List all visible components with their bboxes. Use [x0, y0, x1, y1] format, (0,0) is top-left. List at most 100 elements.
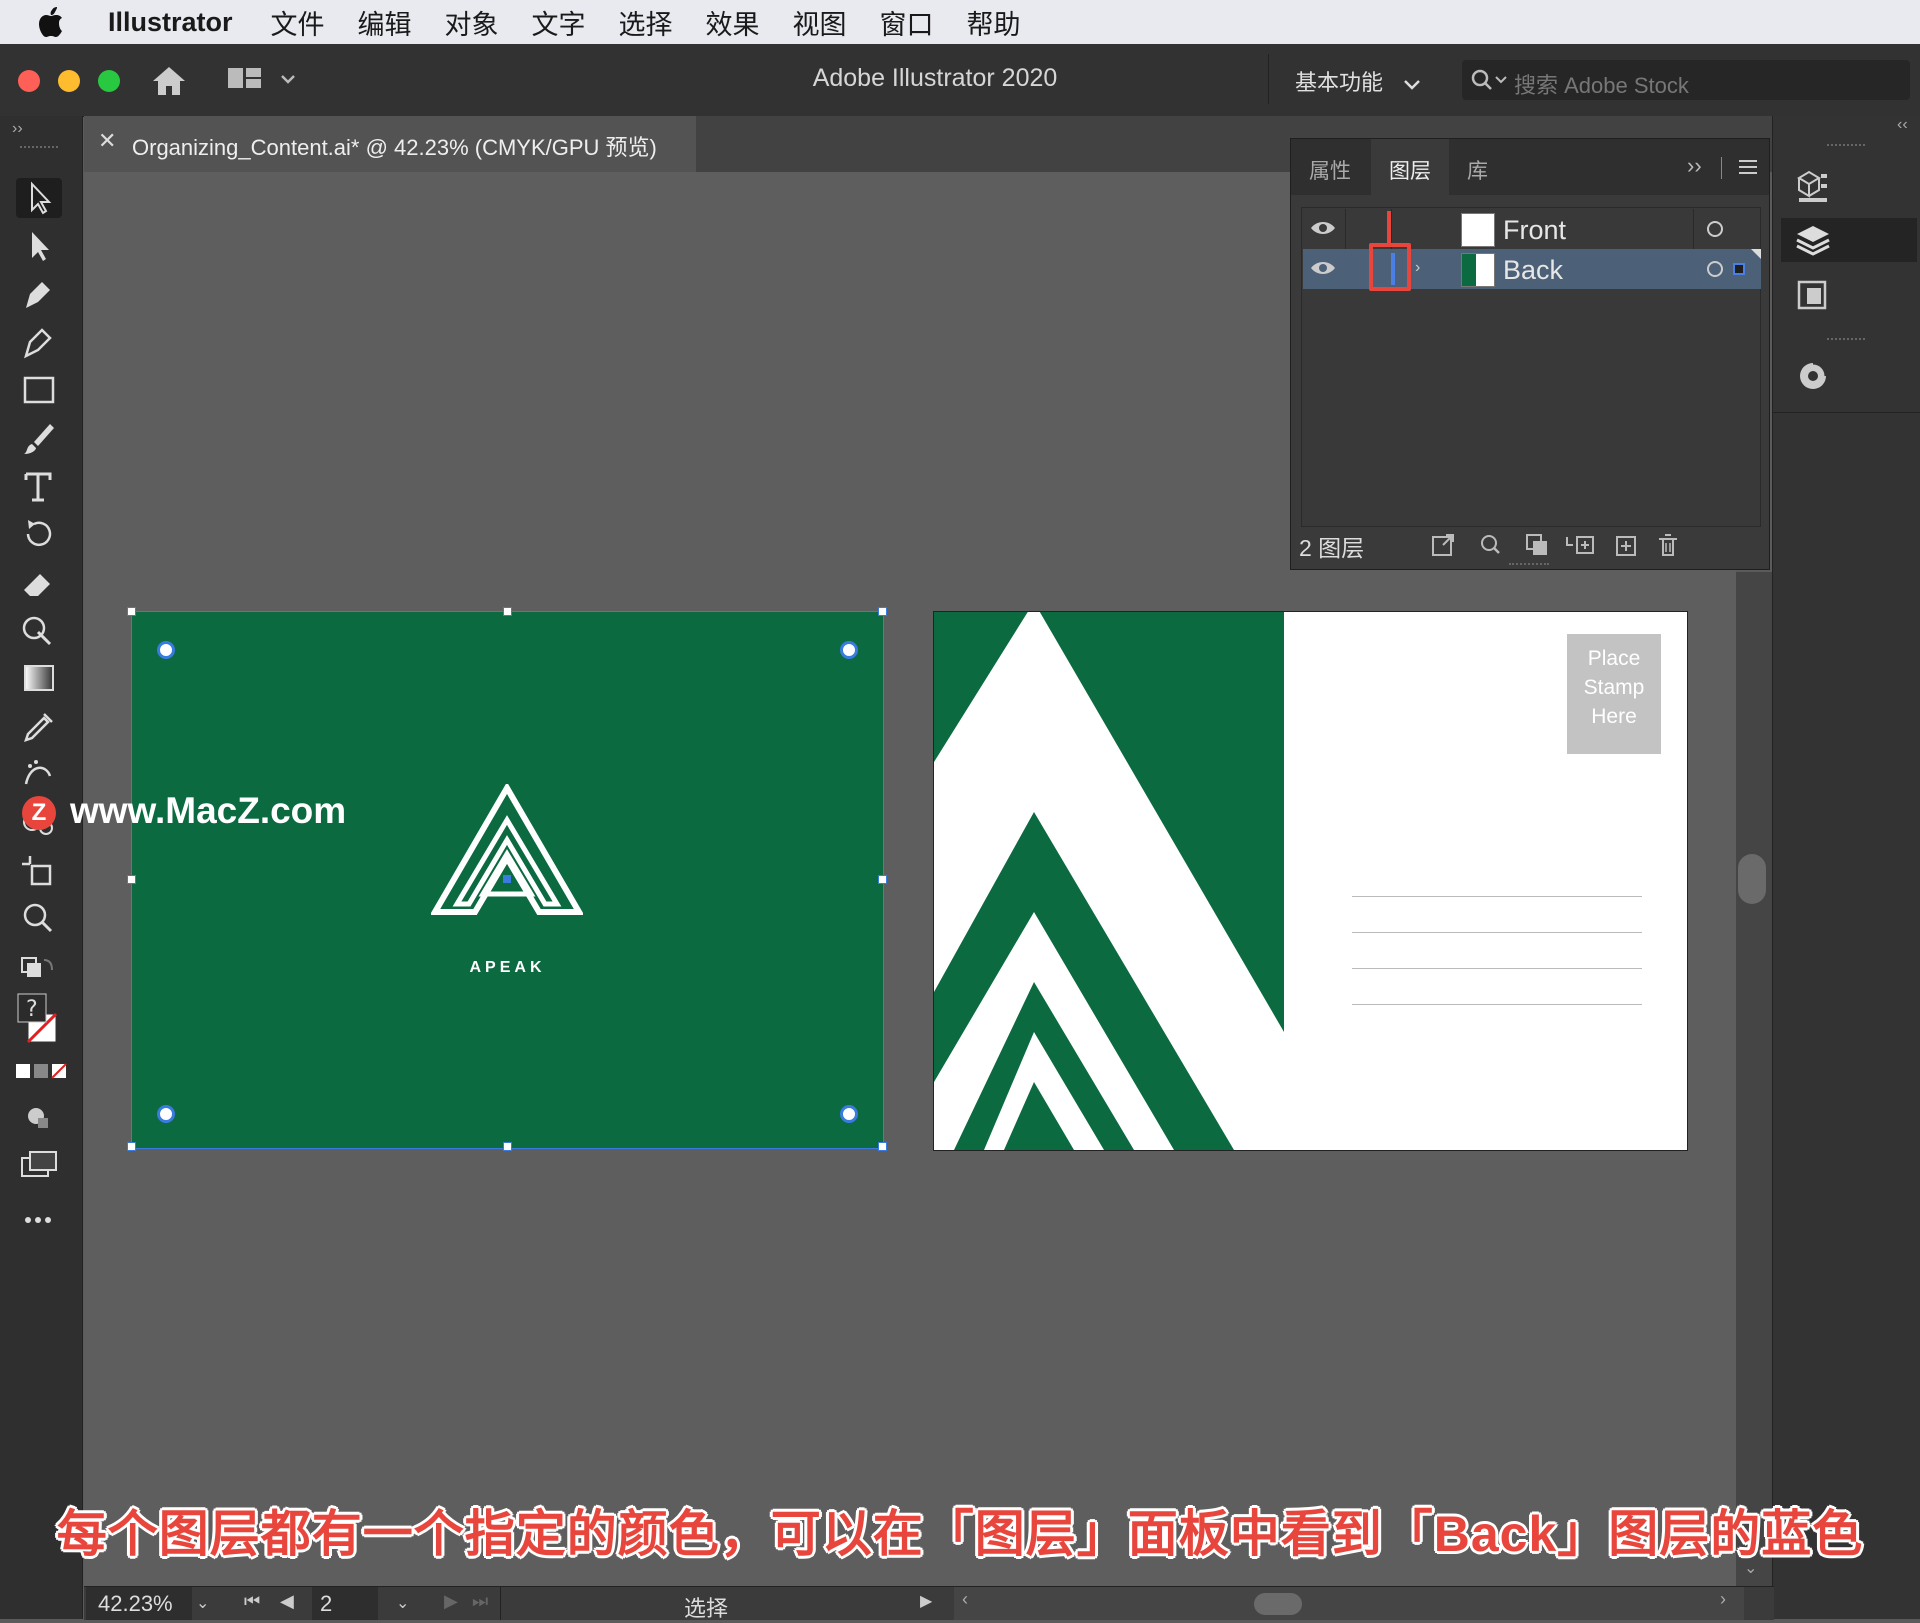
eyedropper-tool-icon[interactable] [16, 706, 62, 746]
locate-object-icon[interactable] [1481, 535, 1500, 554]
rectangle-tool-icon[interactable] [16, 370, 62, 410]
paintbrush-tool-icon[interactable] [16, 418, 62, 458]
panel-menu-icon[interactable] [1737, 157, 1759, 177]
swap-fill-stroke-icon[interactable] [16, 952, 62, 992]
tab-libraries[interactable]: 库 [1467, 139, 1488, 195]
corner-widget[interactable] [157, 641, 175, 659]
grip-handle[interactable] [1509, 563, 1549, 568]
horizontal-scroll-thumb[interactable] [1254, 1593, 1302, 1615]
scroll-left-icon[interactable]: ‹ [962, 1589, 968, 1610]
status-bar: 42.23% ⌄ ⏮ ◀ 2 ⌄ ▶ ⏭ 选择 ▶ ‹ › [84, 1586, 1774, 1621]
eye-icon[interactable] [1309, 219, 1337, 237]
new-sublayer-icon[interactable] [1566, 536, 1594, 554]
shape-builder-tool-icon[interactable] [16, 610, 62, 650]
layer-name[interactable]: Front [1503, 215, 1566, 246]
properties-panel-icon[interactable] [1793, 164, 1833, 204]
last-artboard-icon[interactable]: ⏭ [472, 1591, 488, 1612]
resize-handle[interactable] [127, 1142, 136, 1151]
grip-handle[interactable] [1827, 338, 1865, 344]
status-menu-arrow-icon[interactable]: ▶ [920, 1591, 932, 1611]
trash-icon[interactable] [1659, 534, 1677, 556]
target-circle-icon[interactable] [1707, 261, 1723, 277]
artboard-front[interactable]: APEAK [127, 607, 887, 1151]
layers-dock-button[interactable] [1781, 218, 1917, 262]
corner-widget[interactable] [157, 1105, 175, 1123]
menu-edit[interactable]: 编辑 [358, 3, 412, 42]
export-icon[interactable] [1432, 534, 1454, 556]
collapse-panel-icon[interactable]: ›› [12, 120, 23, 138]
resize-handle[interactable] [127, 607, 136, 616]
first-artboard-icon[interactable]: ⏮ [244, 1591, 260, 1612]
color-mode-buttons[interactable] [16, 1060, 67, 1090]
more-tools-icon[interactable] [16, 1192, 62, 1232]
divider [500, 1587, 501, 1620]
selection-tool-icon[interactable] [16, 178, 62, 218]
vertical-scrollbar[interactable]: ⌄ [1736, 572, 1772, 1586]
horizontal-scrollbar[interactable]: ‹ › [954, 1587, 1744, 1620]
curvature-tool-icon[interactable] [16, 322, 62, 362]
resize-handle[interactable] [878, 875, 887, 884]
draw-mode-icon[interactable] [16, 1096, 62, 1136]
target-circle-icon[interactable] [1707, 221, 1723, 237]
menu-file[interactable]: 文件 [271, 3, 325, 42]
vertical-scroll-thumb[interactable] [1738, 854, 1766, 904]
artboard-number-field[interactable]: 2 [312, 1587, 378, 1620]
workspace-switcher[interactable]: 基本功能 [1295, 65, 1421, 97]
new-layer-icon[interactable] [1616, 536, 1636, 556]
artboard-back[interactable]: Place Stamp Here [933, 611, 1688, 1151]
menu-app-name[interactable]: Illustrator [108, 7, 233, 38]
resize-handle[interactable] [503, 1142, 512, 1151]
close-tab-icon[interactable]: ✕ [98, 128, 116, 154]
artboard-tool-icon[interactable] [16, 850, 62, 890]
resize-handle[interactable] [878, 607, 887, 616]
scroll-right-icon[interactable]: › [1720, 1589, 1726, 1610]
collapse-dock-icon[interactable]: ‹‹ [1897, 116, 1908, 134]
menu-help[interactable]: 帮助 [967, 3, 1021, 42]
layer-footer-icons [1432, 534, 1677, 556]
menu-window[interactable]: 窗口 [880, 3, 934, 42]
tab-properties[interactable]: 属性 [1309, 139, 1351, 195]
sync-panel-icon[interactable] [1793, 356, 1833, 396]
eye-icon[interactable] [1309, 259, 1337, 277]
menu-effect[interactable]: 效果 [706, 3, 760, 42]
fill-stroke-swatch[interactable]: ? [16, 992, 62, 1052]
document-tab[interactable]: ✕ Organizing_Content.ai* @ 42.23% (CMYK/… [84, 116, 696, 172]
zoom-field[interactable]: 42.23% [86, 1587, 192, 1620]
rotate-tool-icon[interactable] [16, 514, 62, 554]
resize-handle[interactable] [878, 1142, 887, 1151]
resize-handle[interactable] [503, 607, 512, 616]
tab-layers[interactable]: 图层 [1371, 139, 1449, 195]
type-tool-icon[interactable] [16, 466, 62, 506]
menu-type[interactable]: 文字 [532, 3, 586, 42]
next-artboard-icon[interactable]: ▶ [444, 1591, 458, 1612]
menu-view[interactable]: 视图 [793, 3, 847, 42]
stock-search-field[interactable]: 搜索 Adobe Stock [1462, 60, 1910, 100]
highlight-annotation [1369, 243, 1411, 291]
zoom-tool-icon[interactable] [16, 898, 62, 938]
resize-handle[interactable] [127, 875, 136, 884]
gradient-tool-icon[interactable] [16, 658, 62, 698]
libraries-panel-icon[interactable] [1793, 276, 1833, 316]
expand-arrow-icon[interactable]: › [1415, 259, 1420, 277]
symbol-sprayer-tool-icon[interactable] [16, 754, 62, 794]
clipping-mask-icon[interactable] [1526, 534, 1547, 555]
grip-handle[interactable] [20, 146, 58, 154]
workspace-label: 基本功能 [1295, 70, 1384, 95]
menu-object[interactable]: 对象 [445, 3, 499, 42]
previous-artboard-icon[interactable]: ◀ [280, 1591, 294, 1612]
pen-tool-icon[interactable] [16, 274, 62, 314]
grip-handle[interactable] [1827, 144, 1865, 150]
screen-mode-icon[interactable] [16, 1144, 62, 1184]
corner-widget[interactable] [840, 1105, 858, 1123]
selection-square-icon[interactable] [1733, 263, 1745, 275]
zoom-dropdown-chevron-icon[interactable]: ⌄ [196, 1593, 209, 1613]
artboard-dropdown-chevron-icon[interactable]: ⌄ [396, 1593, 409, 1613]
corner-widget[interactable] [840, 641, 858, 659]
eraser-tool-icon[interactable] [16, 562, 62, 602]
layer-name[interactable]: Back [1503, 255, 1563, 286]
direct-selection-tool-icon[interactable] [16, 226, 62, 266]
stamp-line: Place [1587, 647, 1641, 670]
menu-select[interactable]: 选择 [619, 3, 673, 42]
expand-panel-icon[interactable]: ›› [1687, 153, 1702, 179]
apple-icon[interactable] [38, 7, 78, 37]
